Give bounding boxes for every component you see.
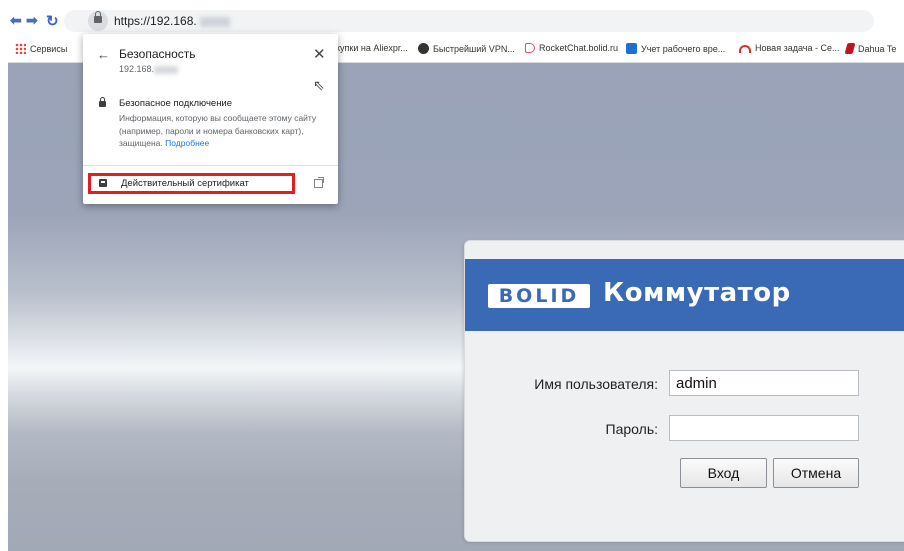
bookmark-time-tracker[interactable]: Учет рабочего вре... [626, 43, 725, 54]
back-arrow-icon[interactable]: ← [97, 47, 110, 62]
external-link-icon[interactable] [314, 177, 324, 188]
popup-title: Безопасность [119, 47, 196, 61]
popup-host: 192.168. [119, 64, 179, 74]
login-button[interactable]: Вход [680, 458, 767, 488]
security-popup: ← Безопасность 192.168. ✕ Безопасное под… [83, 34, 338, 204]
vpn-icon [418, 43, 429, 54]
url-text[interactable]: https://192.168. [114, 14, 230, 28]
username-label: Имя пользователя: [534, 376, 658, 392]
tracker-icon [626, 43, 637, 54]
bookmark-rocketchat[interactable]: RocketChat.bolid.ru [525, 43, 618, 53]
bookmark-new-task[interactable]: Новая задача - Се... [739, 43, 839, 53]
password-input[interactable] [669, 415, 859, 441]
task-icon [739, 45, 751, 53]
reload-icon[interactable]: ↻ [46, 12, 59, 30]
cancel-button[interactable]: Отмена [773, 458, 859, 488]
lock-icon [94, 11, 102, 23]
apps-grid-icon [15, 43, 26, 54]
connection-title: Безопасное подключение [119, 98, 233, 109]
browser-toolbar: ⬅ ➡ ↻ https://192.168. [8, 8, 904, 36]
close-icon[interactable]: ✕ [313, 45, 326, 63]
username-input[interactable] [669, 370, 859, 396]
certificate-icon [99, 179, 107, 187]
connection-description: Информация, которую вы сообщаете этому с… [119, 113, 317, 148]
rocketchat-icon [525, 43, 535, 53]
forward-arrow-icon[interactable]: ➡ [26, 12, 38, 29]
mouse-cursor-icon: ⇖ [313, 77, 325, 93]
bookmark-services[interactable]: Сервисы [15, 43, 67, 54]
site-info-button[interactable] [88, 11, 108, 31]
divider [83, 165, 338, 166]
login-header: BOLID Коммутатор [465, 259, 904, 331]
certificate-item[interactable]: Действительный сертификат [88, 173, 295, 194]
bookmark-aliexpress[interactable]: купки на Aliexpr... [336, 43, 408, 53]
back-arrow-icon[interactable]: ⬅ [10, 12, 22, 29]
address-bar[interactable]: https://192.168. [64, 10, 874, 32]
logo-text: BOLID [498, 285, 580, 307]
login-panel: BOLID Коммутатор Имя пользователя: Парол… [464, 240, 904, 542]
redacted-block [199, 16, 230, 27]
bolid-logo: BOLID [488, 284, 590, 308]
bookmark-vpn[interactable]: Быстрейший VPN... [418, 43, 515, 54]
page-title: Коммутатор [603, 278, 791, 308]
browser-window: ⬅ ➡ ↻ https://192.168. Сервисы купки на … [8, 8, 904, 551]
password-label: Пароль: [605, 421, 658, 437]
lock-icon [99, 97, 106, 107]
more-link[interactable]: Подробнее [165, 138, 209, 148]
certificate-label: Действительный сертификат [121, 178, 249, 189]
dahua-icon [844, 43, 856, 54]
bookmark-dahua[interactable]: Dahua Te [844, 43, 896, 54]
redacted-block [154, 65, 179, 74]
